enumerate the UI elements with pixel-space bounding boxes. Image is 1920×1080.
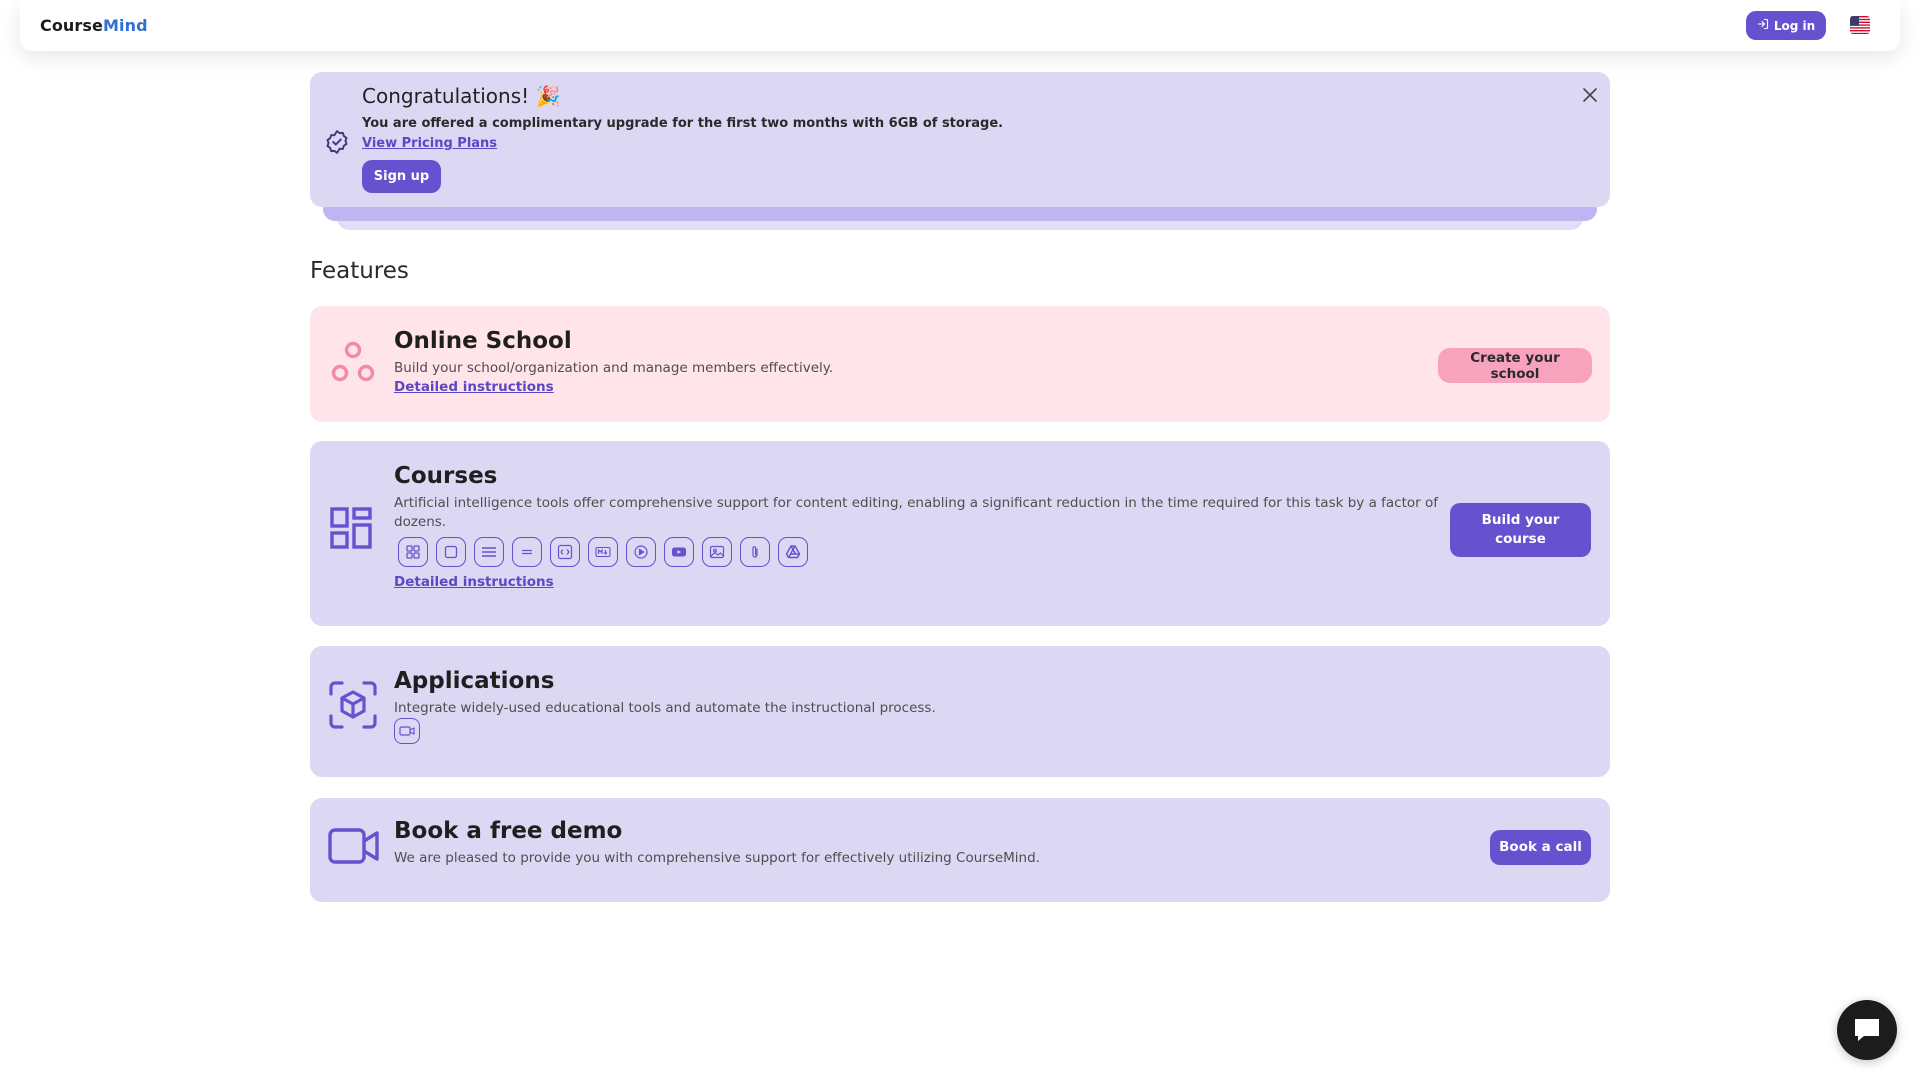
equals-icon[interactable] xyxy=(512,537,542,567)
course-tools-row xyxy=(398,537,808,567)
chat-bubble-icon[interactable] xyxy=(1837,1000,1897,1060)
applications-card: Applications Integrate widely-used educa… xyxy=(310,646,1610,777)
cube-scan-icon xyxy=(328,680,378,734)
detailed-instructions-link[interactable]: Detailed instructions xyxy=(394,574,554,590)
courses-card: Courses Artificial intelligence tools of… xyxy=(310,441,1610,626)
youtube-icon[interactable] xyxy=(664,537,694,567)
card-description: Build your school/organization and manag… xyxy=(394,360,834,376)
login-label: Log in xyxy=(1773,18,1816,33)
video-camera-icon xyxy=(328,826,380,870)
brand-name-part2: Mind xyxy=(103,16,148,35)
image-icon[interactable] xyxy=(702,537,732,567)
book-demo-card: Book a free demo We are pleased to provi… xyxy=(310,798,1610,902)
promo-banner: Congratulations! 🎉 You are offered a com… xyxy=(310,72,1610,207)
us-flag-icon[interactable] xyxy=(1850,16,1870,34)
detailed-instructions-link[interactable]: Detailed instructions xyxy=(394,379,554,395)
features-heading: Features xyxy=(310,258,409,284)
card-description: Integrate widely-used educational tools … xyxy=(394,700,936,716)
book-call-button[interactable]: Book a call xyxy=(1490,830,1591,865)
card-title: Online School xyxy=(394,328,572,354)
verified-badge-icon xyxy=(324,129,350,155)
banner-title: Congratulations! 🎉 xyxy=(362,84,561,108)
login-button[interactable]: Log in xyxy=(1746,11,1826,40)
play-circle-icon[interactable] xyxy=(626,537,656,567)
card-description: We are pleased to provide you with compr… xyxy=(394,850,1040,866)
three-circles-icon xyxy=(328,338,378,392)
brand-logo[interactable]: CourseMind xyxy=(40,16,148,35)
attachment-icon[interactable] xyxy=(740,537,770,567)
video-call-icon[interactable] xyxy=(394,718,420,744)
close-icon[interactable] xyxy=(1581,86,1599,104)
banner-text: You are offered a complimentary upgrade … xyxy=(362,116,1004,131)
top-bar: CourseMind Log in xyxy=(20,0,1900,51)
markdown-icon[interactable] xyxy=(588,537,618,567)
card-title: Book a free demo xyxy=(394,818,623,844)
build-course-button[interactable]: Build your course xyxy=(1450,503,1591,557)
card-title: Applications xyxy=(394,668,555,694)
online-school-card: Online School Build your school/organiza… xyxy=(310,306,1610,422)
view-pricing-link[interactable]: View Pricing Plans xyxy=(362,136,497,151)
signup-button[interactable]: Sign up xyxy=(362,160,441,193)
lines-icon[interactable] xyxy=(474,537,504,567)
grid-icon[interactable] xyxy=(398,537,428,567)
square-icon[interactable] xyxy=(436,537,466,567)
login-icon xyxy=(1757,18,1769,33)
dashboard-layout-icon xyxy=(330,507,372,553)
card-title: Courses xyxy=(394,463,498,489)
brand-name-part1: Course xyxy=(40,16,103,35)
google-drive-icon[interactable] xyxy=(778,537,808,567)
card-description: Artificial intelligence tools offer comp… xyxy=(394,495,1438,530)
create-school-button[interactable]: Create your school xyxy=(1438,348,1592,383)
code-icon[interactable] xyxy=(550,537,580,567)
